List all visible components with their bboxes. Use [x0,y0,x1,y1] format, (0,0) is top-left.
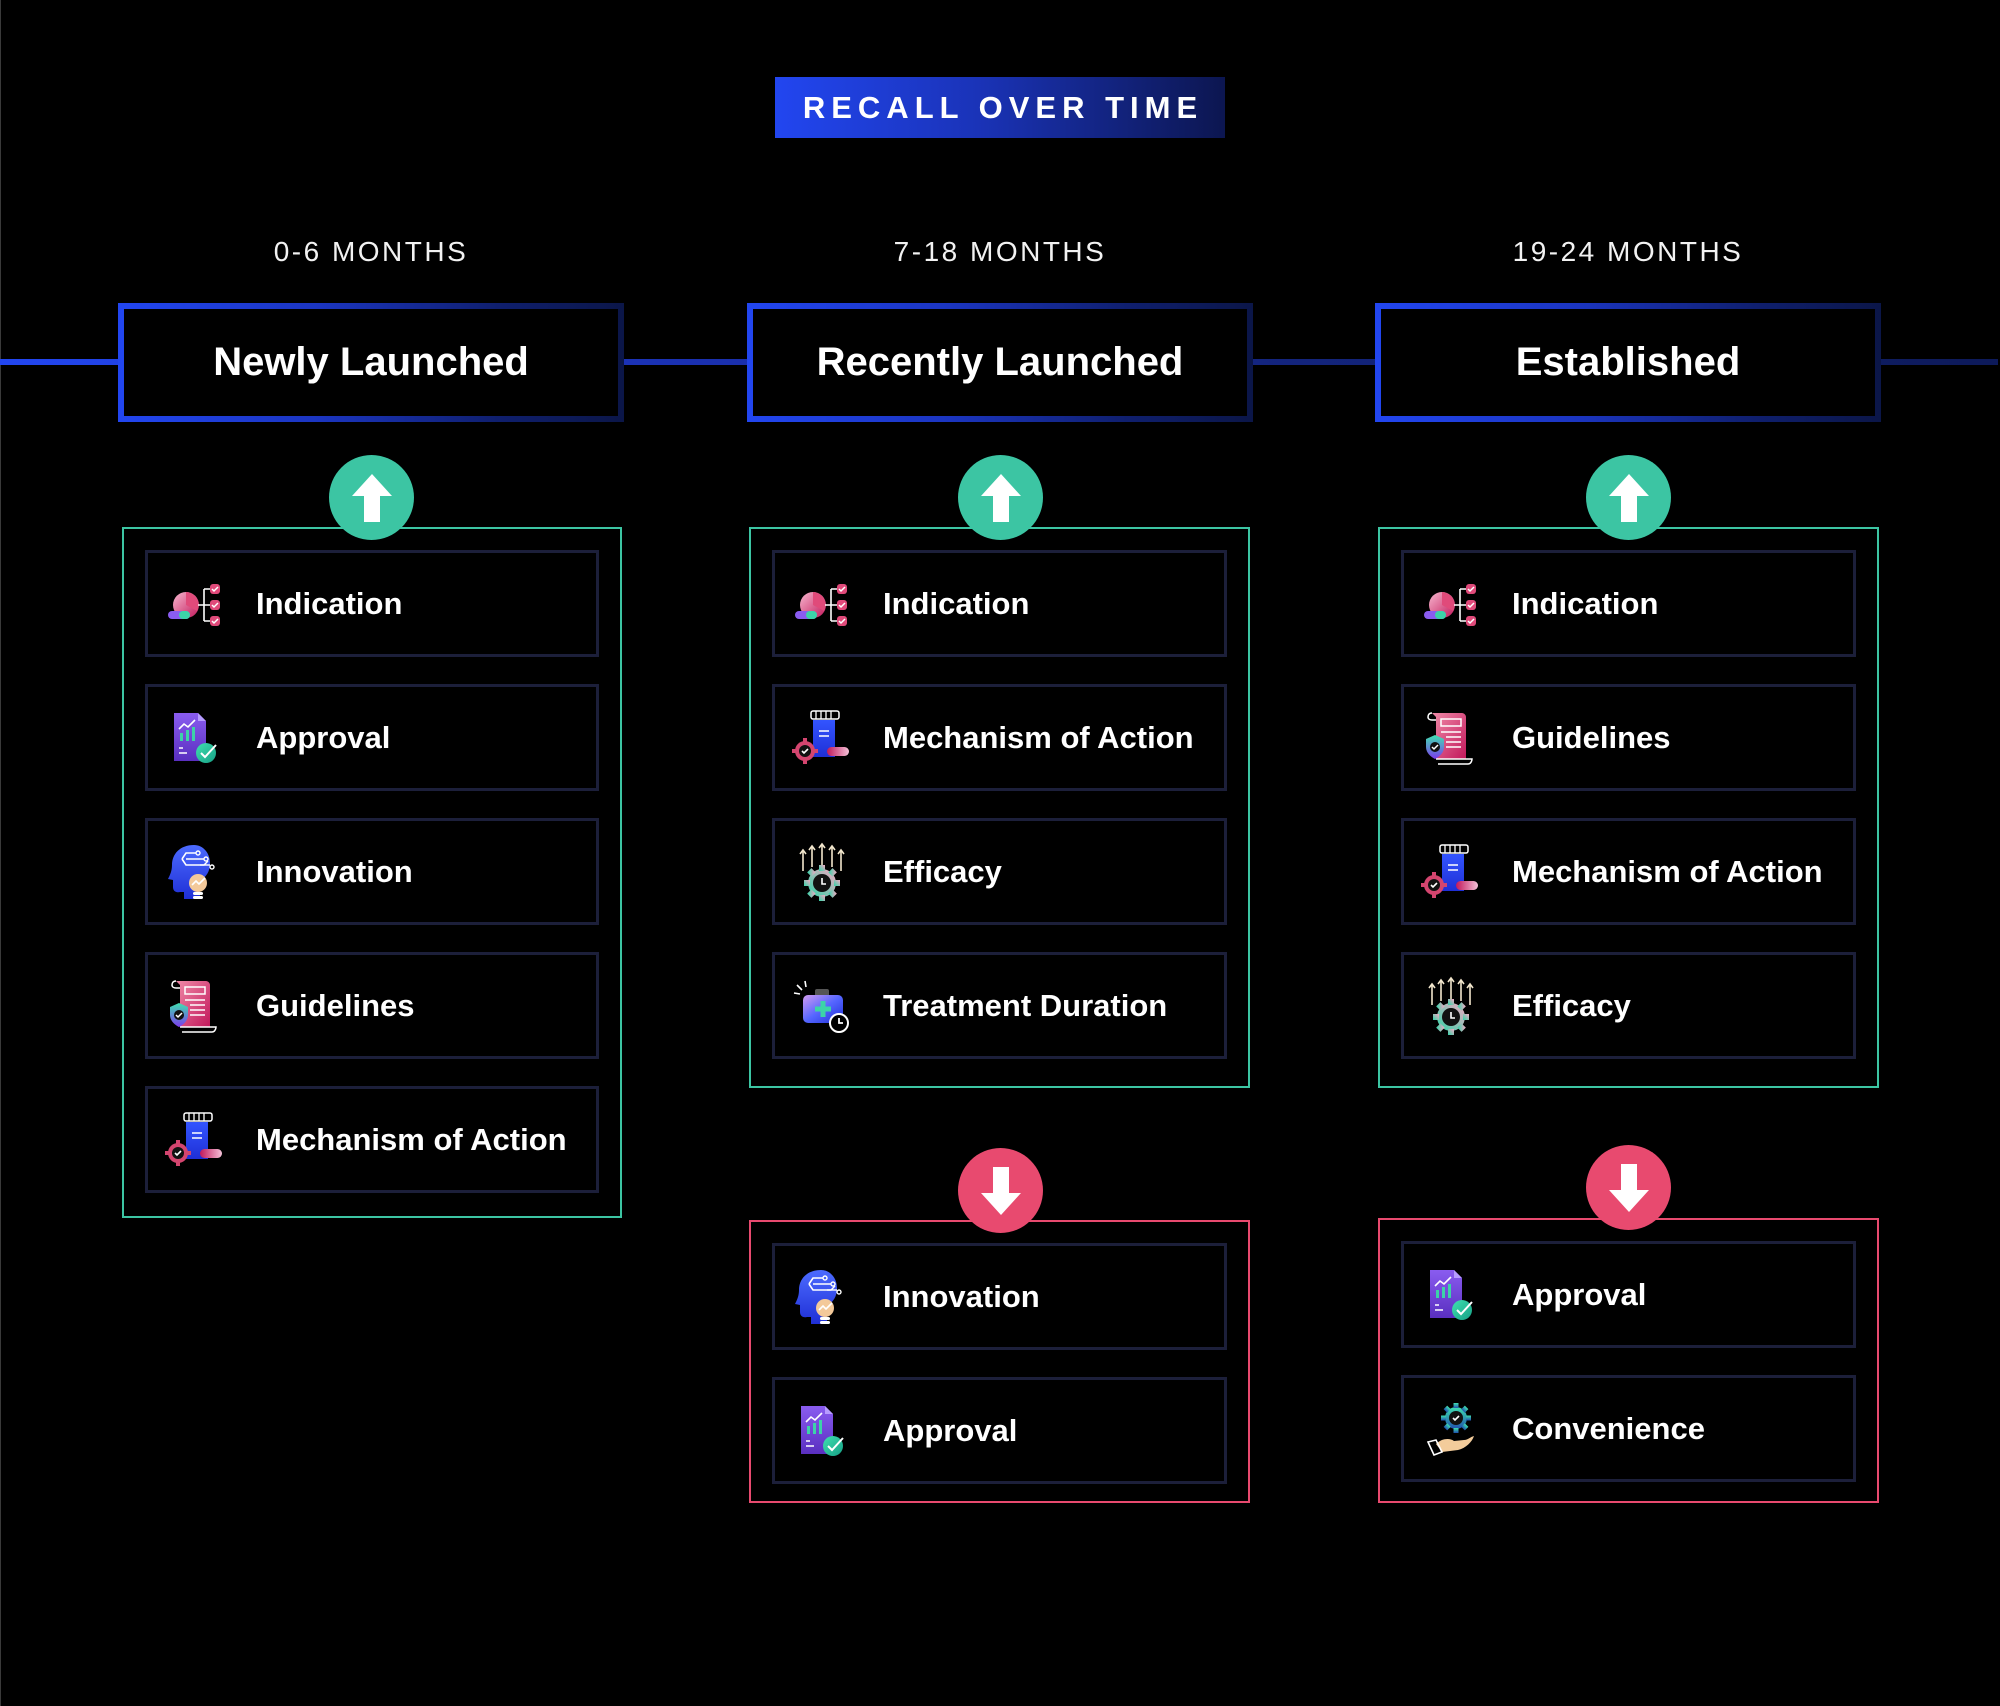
factor-label: Mechanism of Action [1512,853,1823,889]
arrow-down-icon [980,1166,1021,1215]
stage-title: Established [1515,340,1741,384]
factor-card: Treatment Duration [772,952,1227,1059]
factor-label: Guidelines [1512,719,1671,755]
factor-card: Efficacy [772,818,1227,925]
period-label: 19-24 MONTHS [1512,236,1744,267]
factor-card: Innovation [772,1243,1227,1350]
factor-card: Mechanism of Action [145,1086,599,1193]
guidelines-icon [164,975,226,1037]
arrow-down-icon [1608,1163,1649,1212]
indication-icon [791,573,853,635]
arrow-up-icon [980,473,1021,522]
factor-card: Mechanism of Action [1401,818,1856,925]
factor-card: Guidelines [1401,684,1856,791]
factor-label: Indication [1512,585,1659,621]
period-label: 0-6 MONTHS [273,236,469,267]
increase-badge [329,455,414,540]
approval-icon [791,1400,853,1462]
treatment-duration-icon [791,975,853,1037]
factor-card: Approval [145,684,599,791]
page-title: RECALL OVER TIME [802,89,1204,125]
factor-card: Efficacy [1401,952,1856,1059]
indication-icon [164,573,226,635]
factor-card: Innovation [145,818,599,925]
factor-label: Indication [883,585,1030,621]
factor-label: Indication [256,585,403,621]
factor-label: Treatment Duration [883,987,1168,1023]
decrease-badge [958,1148,1043,1233]
arrow-up-icon [1608,473,1649,522]
approval-icon [1420,1264,1482,1326]
convenience-icon [1420,1398,1482,1460]
increase-group: Indication Mechanism of Action Efficacy … [749,527,1250,1088]
period-label: 7-18 MONTHS [893,236,1107,267]
stage-title: Newly Launched [213,340,529,384]
factor-card: Approval [772,1377,1227,1484]
factor-label: Efficacy [1512,987,1631,1023]
mechanism-of-action-icon [791,707,853,769]
factor-label: Approval [1512,1276,1647,1312]
decrease-badge [1586,1145,1671,1230]
factor-label: Innovation [883,1278,1040,1314]
guidelines-icon [1420,707,1482,769]
factor-card: Indication [145,550,599,657]
increase-group: Indication Guidelines Mechanism of Actio… [1378,527,1879,1088]
factor-label: Mechanism of Action [883,719,1194,755]
indication-icon [1420,573,1482,635]
increase-badge [958,455,1043,540]
stage-header: Newly Launched [118,303,624,422]
mechanism-of-action-icon [1420,841,1482,903]
factor-label: Convenience [1512,1410,1705,1446]
page-left-edge [0,0,1,1706]
factor-card: Convenience [1401,1375,1856,1482]
increase-group: Indication Approval Innovation Guideline… [122,527,622,1218]
factor-label: Approval [256,719,391,755]
title-banner: RECALL OVER TIME [775,77,1225,138]
innovation-icon [164,841,226,903]
approval-icon [164,707,226,769]
increase-badge [1586,455,1671,540]
factor-card: Indication [772,550,1227,657]
factor-card: Indication [1401,550,1856,657]
decrease-group: Innovation Approval [749,1220,1250,1503]
innovation-icon [791,1266,853,1328]
factor-card: Approval [1401,1241,1856,1348]
decrease-group: Approval Convenience [1378,1218,1879,1503]
stage-title: Recently Launched [816,340,1184,384]
efficacy-icon [1420,975,1482,1037]
factor-card: Mechanism of Action [772,684,1227,791]
factor-label: Efficacy [883,853,1002,889]
efficacy-icon [791,841,853,903]
factor-label: Guidelines [256,987,415,1023]
factor-label: Mechanism of Action [256,1121,567,1157]
stage-header: Established [1375,303,1881,422]
factor-label: Approval [883,1412,1018,1448]
arrow-up-icon [351,473,392,522]
factor-card: Guidelines [145,952,599,1059]
factor-label: Innovation [256,853,413,889]
mechanism-of-action-icon [164,1109,226,1171]
stage-header: Recently Launched [747,303,1253,422]
